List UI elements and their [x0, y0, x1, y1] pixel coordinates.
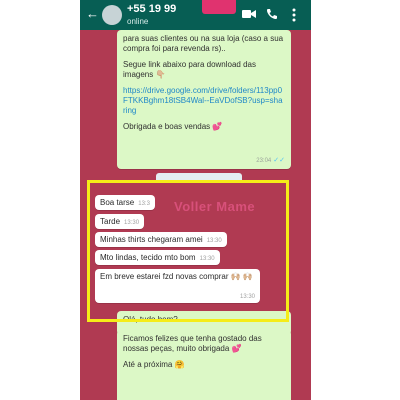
right-margin [311, 0, 400, 400]
message-text: Obrigada e boas vendas 💕 [123, 122, 223, 131]
avatar[interactable] [102, 5, 122, 25]
contact-name[interactable]: +55 19 99 [127, 3, 176, 15]
back-arrow-icon[interactable]: ← [86, 7, 99, 20]
message-time: 23:04 ✓✓ [256, 157, 285, 164]
chat-header: ← +55 19 99 online [80, 0, 311, 30]
watermark-text: Voller Mame [174, 199, 256, 214]
contact-status: online [127, 17, 149, 26]
outgoing-message[interactable]: para suas clientes ou na sua loja (caso … [117, 30, 291, 169]
message-text: Ficamos felizes que tenha gostado das no… [123, 334, 262, 353]
phone-call-icon[interactable] [266, 8, 278, 20]
video-call-icon[interactable] [242, 8, 256, 20]
more-options-icon[interactable] [291, 8, 297, 22]
read-ticks-icon: ✓✓ [273, 157, 285, 164]
message-text: para suas clientes ou na sua loja (caso … [123, 34, 284, 53]
redaction-bar [202, 0, 236, 14]
left-margin [0, 0, 80, 400]
message-text: Segue link abaixo para download das imag… [123, 60, 256, 79]
drive-link[interactable]: https://drive.google.com/drive/folders/1… [123, 86, 285, 116]
outgoing-message[interactable]: Ficamos felizes que tenha gostado das no… [117, 330, 291, 400]
message-text: Até a próxima 🤗 [123, 360, 185, 369]
